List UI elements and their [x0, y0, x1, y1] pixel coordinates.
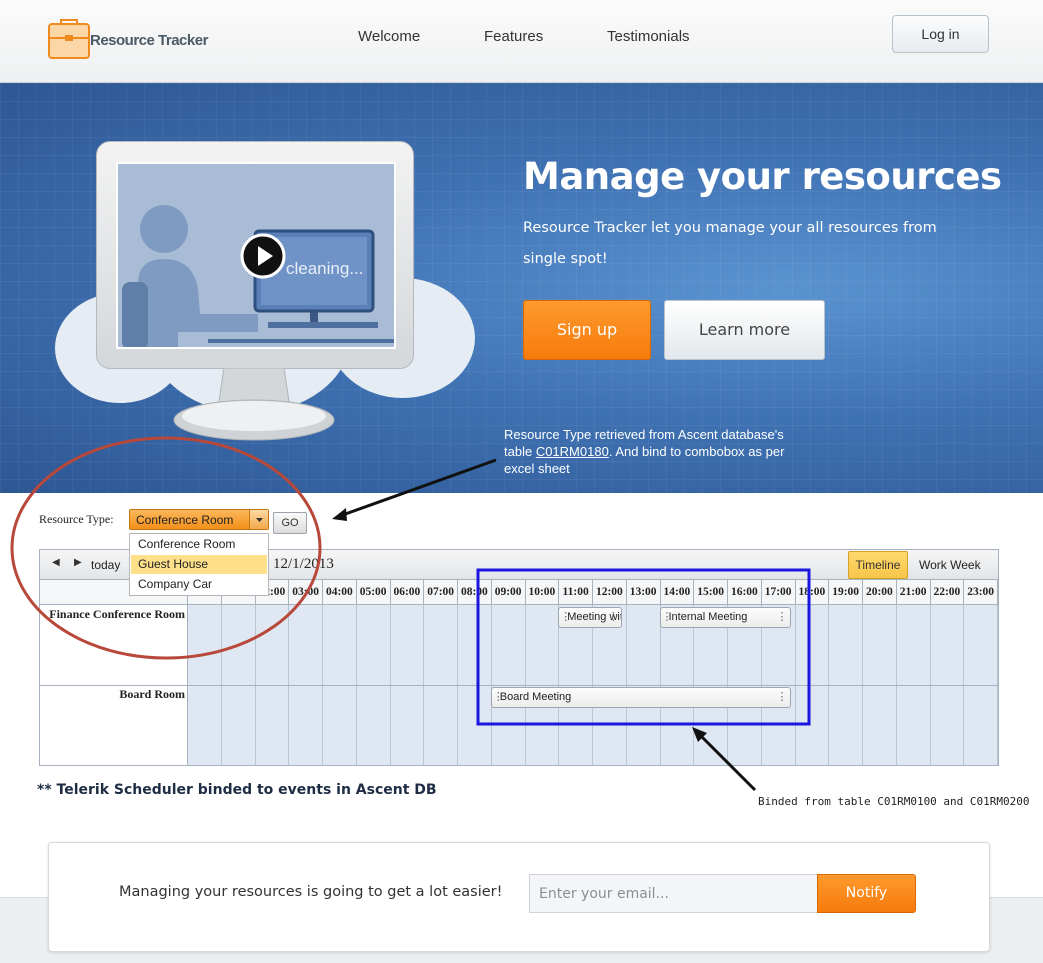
today-button[interactable]: today	[91, 558, 120, 572]
hour-header-cell: 08:00	[458, 580, 492, 605]
room-name: Board Room	[119, 687, 185, 701]
signup-message: Managing your resources is going to get …	[119, 884, 503, 900]
room-row-header: Finance Conference Room	[40, 605, 188, 685]
hour-header-cell: 03:00	[289, 580, 323, 605]
hour-header-cell: 14:00	[661, 580, 695, 605]
dropdown-option-conference-room[interactable]: Conference Room	[131, 535, 267, 554]
nav-welcome[interactable]: Welcome	[358, 28, 420, 45]
resource-type-annotation: Resource Type retrieved from Ascent data…	[504, 426, 804, 477]
room-row-header: Board Room	[40, 685, 188, 765]
scheduler-event[interactable]: Board Meeting	[490, 687, 791, 708]
hero-subtitle: Resource Tracker let you manage your all…	[523, 220, 937, 267]
hour-header-cell: 21:00	[897, 580, 931, 605]
site-header: Resource Tracker Welcome Features Testim…	[0, 0, 1043, 83]
combobox-selected-value: Conference Room	[136, 513, 234, 527]
hour-header-cell: 10:00	[526, 580, 560, 605]
current-date[interactable]: 12/1/2013	[273, 556, 334, 573]
scheduler-note: ** Telerik Scheduler binded to events in…	[37, 782, 437, 798]
hour-header-cell: 11:00	[559, 580, 593, 605]
tab-work-week[interactable]: Work Week	[919, 558, 981, 572]
nav-testimonials[interactable]: Testimonials	[607, 28, 690, 45]
resource-type-combobox[interactable]: Conference Room	[129, 509, 269, 530]
hour-header-cell: 20:00	[863, 580, 897, 605]
resource-type-dropdown: Conference Room Guest House Company Car	[129, 533, 269, 596]
hour-header-row: 00:0001:0002:0003:0004:0005:0006:0007:00…	[188, 580, 998, 605]
hour-header-cell: 13:00	[627, 580, 661, 605]
prev-arrow-icon[interactable]: ◀	[52, 557, 60, 568]
nav-features[interactable]: Features	[484, 28, 543, 45]
play-icon[interactable]	[240, 233, 286, 279]
row-divider	[40, 685, 998, 686]
resource-type-label: Resource Type:	[39, 512, 114, 526]
email-signup-panel: Managing your resources is going to get …	[48, 842, 990, 952]
scheduler-event[interactable]: Meeting with	[558, 607, 622, 628]
hour-header-cell: 18:00	[796, 580, 830, 605]
chevron-down-icon[interactable]	[249, 510, 268, 529]
hour-header-cell: 12:00	[593, 580, 627, 605]
notify-button[interactable]: Notify	[817, 874, 916, 913]
events-source-note: Binded from table C01RM0100 and C01RM020…	[758, 795, 1030, 808]
go-button[interactable]: GO	[273, 512, 307, 534]
dropdown-option-company-car[interactable]: Company Car	[131, 575, 267, 594]
hour-header-cell: 09:00	[492, 580, 526, 605]
signup-button[interactable]: Sign up	[523, 300, 651, 360]
hour-header-cell: 23:00	[964, 580, 998, 605]
hour-header-cell: 07:00	[424, 580, 458, 605]
arrow-head-icon	[332, 508, 347, 521]
scheduler-event[interactable]: Internal Meeting	[659, 607, 791, 628]
login-button[interactable]: Log in	[892, 15, 989, 53]
hour-header-cell: 05:00	[357, 580, 391, 605]
hero-title: Manage your resources	[523, 155, 1002, 198]
hour-header-cell: 06:00	[391, 580, 425, 605]
monitor-stand	[173, 368, 335, 441]
hour-header-cell: 16:00	[728, 580, 762, 605]
hour-header-cell: 15:00	[694, 580, 728, 605]
annotation-table-name: C01RM0180	[535, 444, 609, 459]
hour-header-cell: 22:00	[931, 580, 965, 605]
learn-more-button[interactable]: Learn more	[664, 300, 825, 360]
logo-text[interactable]: Resource Tracker	[90, 32, 208, 49]
next-arrow-icon[interactable]: ▶	[74, 557, 82, 568]
hour-header-cell: 04:00	[323, 580, 357, 605]
hour-header-cell: 19:00	[829, 580, 863, 605]
room-name: Finance Conference Room	[49, 607, 185, 621]
hero-banner: cleaning... Manage your resources Resour…	[0, 83, 1043, 493]
dropdown-option-guest-house[interactable]: Guest House	[131, 555, 267, 574]
video-caption: cleaning...	[286, 259, 364, 278]
hour-header-cell: 17:00	[762, 580, 796, 605]
tab-timeline[interactable]: Timeline	[848, 551, 908, 579]
email-field[interactable]	[529, 874, 818, 913]
